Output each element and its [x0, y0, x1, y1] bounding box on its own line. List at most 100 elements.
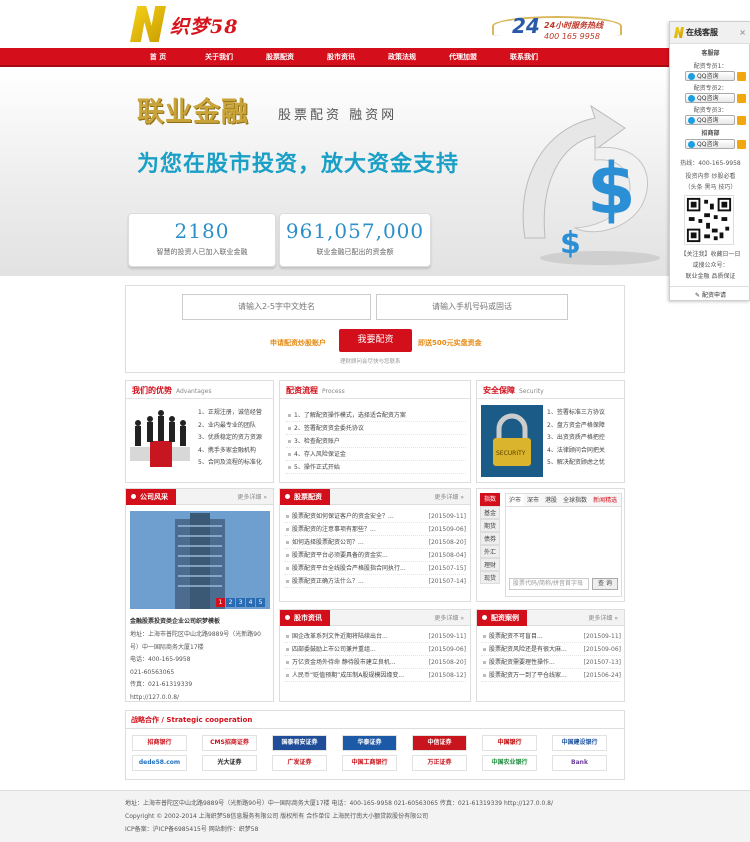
service-text-5: 联业金融 品质保证	[685, 273, 736, 280]
tab-global[interactable]: 全球指数	[560, 494, 590, 506]
list-item[interactable]: 股票配资不可盲目... [201509-11]	[481, 630, 621, 643]
stat-investors: 2180 智慧的投资人已加入联业金融	[128, 213, 276, 267]
security-list: 1、签署标准三方协议 2、盘方资金严格保障 3、出资资质严格把控 4、法律顾问合…	[547, 407, 605, 470]
hotline-banner: 24 24小时服务热线 400 165 9958	[492, 6, 632, 46]
tab-index[interactable]: 指数	[480, 493, 500, 506]
spec-3: 配资专员3：	[693, 107, 728, 114]
pager-4[interactable]: 4	[246, 598, 255, 607]
list-item[interactable]: 股票配资风险还是有很大麻... [201509-06]	[481, 643, 621, 656]
list-item[interactable]: 股票配资正确方法什么？... [201507-14]	[284, 575, 466, 588]
qq-button-4[interactable]: QQ咨询	[685, 139, 746, 149]
pager-5[interactable]: 5	[256, 598, 265, 607]
partner-logo[interactable]: 中国农业银行	[482, 755, 537, 771]
company-more-link[interactable]: 更多详细 »	[237, 492, 267, 501]
tab-hk[interactable]: 港股	[542, 494, 560, 506]
qq-button-3[interactable]: QQ咨询	[685, 115, 746, 125]
tab-fund[interactable]: 基金	[480, 506, 500, 519]
partner-logo[interactable]: 招商银行	[132, 735, 187, 751]
site-logo[interactable]: 织梦58	[130, 6, 290, 42]
list-item[interactable]: 股票配资的注意事项有那些？... [201509-06]	[284, 523, 466, 536]
partner-logo[interactable]: dede58.com	[132, 755, 187, 771]
service-header: 在线客服 ×	[670, 22, 750, 44]
cases-more-link[interactable]: 更多详细 »	[588, 613, 618, 622]
list-item: 4、法律顾问合同把关	[547, 446, 605, 454]
stock-search-input[interactable]: 股票代码/简称/拼音首字母	[509, 578, 589, 590]
pager-1[interactable]: 1	[216, 598, 225, 607]
dept-service: 客服部	[701, 50, 720, 57]
hotline-label: 24小时服务热线	[544, 21, 604, 30]
phone-input[interactable]: 请输入手机号码或固话	[376, 294, 568, 320]
partner-logo[interactable]: 中信证券	[412, 735, 467, 751]
close-icon[interactable]: ×	[739, 22, 746, 44]
list-item[interactable]: 股票配资平台必须要具备的资金实... [201508-04]	[284, 549, 466, 562]
pager-2[interactable]: 2	[226, 598, 235, 607]
online-service-panel: 在线客服 × 客服部 配资专员1： QQ咨询 配资专员2： QQ咨询 配资专员3：…	[669, 21, 750, 301]
partner-logo[interactable]: 中国建设银行	[552, 735, 607, 751]
nav-agent[interactable]: 代理加盟	[433, 48, 493, 67]
list-item: 4、携手多家金融机构	[198, 446, 256, 454]
tab-sz[interactable]: 深市	[524, 494, 542, 506]
footer-icp: ICP备案：沪ICP备6985415号 网站制作：织梦58	[125, 826, 259, 833]
tab-bond[interactable]: 债券	[480, 532, 500, 545]
news-title: 股市资讯	[280, 610, 330, 626]
list-item[interactable]: 股票配资平台全线股合严格股指合同执行... [201507-15]	[284, 562, 466, 575]
list-item: 1、签署标准三方协议	[547, 409, 605, 416]
name-input[interactable]: 请输入2-5字中文姓名	[182, 294, 371, 320]
list-item: 1、了解配资操作模式，选择适合配资方案	[286, 409, 466, 422]
spec-2: 配资专员2：	[693, 85, 728, 92]
tab-finance[interactable]: 理财	[480, 558, 500, 571]
partner-logo[interactable]: 万正证券	[412, 755, 467, 771]
list-item[interactable]: 四部委鼓励上市公司兼并重组... [201509-06]	[284, 643, 466, 656]
service-text-1: 投资内参 炒股必看	[685, 173, 736, 180]
list-item[interactable]: 股票配资万一到了平仓线家... [201506-24]	[481, 669, 621, 682]
list-item[interactable]: 人民币“贬值预期”成压制A股规模因缘变... [201508-12]	[284, 669, 466, 682]
process-list: 1、了解配资操作模式，选择适合配资方案 2、签署配资资金委托协议 3、检查配资账…	[286, 409, 466, 474]
security-title: 安全保障 Security	[483, 386, 544, 395]
list-item[interactable]: 如何选择股票配资公司？... [201508-20]	[284, 536, 466, 549]
partner-logo[interactable]: 中国银行	[482, 735, 537, 751]
qq-button-1[interactable]: QQ咨询	[685, 71, 746, 81]
partner-logo[interactable]: 光大证券	[202, 755, 257, 771]
partner-logo[interactable]: Bank	[552, 755, 607, 771]
apply-button[interactable]: 我要配资	[339, 329, 412, 352]
tab-forex[interactable]: 外汇	[480, 545, 500, 558]
pager-3[interactable]: 3	[236, 598, 245, 607]
nav-contact[interactable]: 联系我们	[494, 48, 554, 67]
stock-finance-more-link[interactable]: 更多详细 »	[434, 492, 464, 501]
list-item: 5、解决配资顾虑之忧	[547, 459, 605, 466]
nav-about[interactable]: 关于我们	[189, 48, 249, 67]
tab-spot[interactable]: 现货	[480, 571, 500, 584]
qr-code	[684, 195, 734, 245]
list-item: 1、正规注册，诚信经营	[198, 409, 262, 416]
stock-search-button[interactable]: 查 询	[592, 578, 618, 590]
stat-investors-number: 2180	[174, 219, 230, 243]
partner-logo[interactable]: 广发证券	[272, 755, 327, 771]
tab-futures[interactable]: 期货	[480, 519, 500, 532]
partner-logo[interactable]: CMS招商证券	[202, 735, 257, 751]
list-item[interactable]: 万亿资金场外待命 静待股市建立良机... [201508-20]	[284, 656, 466, 669]
tab-sh[interactable]: 沪市	[506, 494, 525, 506]
partner-logo[interactable]: 国泰君安证券	[272, 735, 327, 751]
company-box: 公司风采 更多详细 » 1 2 3 4 5 金融股票投资类企业公司织梦模板 地址：…	[125, 488, 274, 702]
stat-funds-number: 961,057,000	[285, 219, 425, 243]
nav-home[interactable]: 首 页	[128, 48, 188, 67]
news-more-link[interactable]: 更多详细 »	[434, 613, 464, 622]
apply-link[interactable]: ✎ 配资申请	[670, 286, 750, 299]
list-item[interactable]: 股票配资如何保证客户的资金安全？... [201509-11]	[284, 510, 466, 523]
nav-stock-finance[interactable]: 股票配资	[250, 48, 310, 67]
main-nav: 首 页 关于我们 股票配资 股市资讯 政策法规 代理加盟 联系我们	[0, 48, 750, 67]
nav-news[interactable]: 股市资讯	[311, 48, 371, 67]
partner-logo[interactable]: 华泰证券	[342, 735, 397, 751]
logo-mark-icon	[130, 6, 166, 42]
market-panel: 沪市 深市 港股 全球指数 新闻精选 股票代码/简称/拼音首字母 查 询	[505, 493, 622, 597]
dollar-arrow-graphic: $ $	[522, 104, 660, 265]
list-item[interactable]: 股票配资需要理性操作... [201507-13]	[481, 656, 621, 669]
process-title: 配资流程 Process	[286, 386, 345, 395]
stat-investors-label: 智慧的投资人已加入联业金融	[156, 248, 248, 256]
tab-news-select[interactable]: 新闻精选	[590, 494, 620, 506]
partner-logo[interactable]: 中国工商银行	[342, 755, 397, 771]
nav-policy[interactable]: 政策法规	[372, 48, 432, 67]
qq-button-2[interactable]: QQ咨询	[685, 93, 746, 103]
list-item[interactable]: 国企改革系列文件近期将陆续出台... [201509-11]	[284, 630, 466, 643]
process-box: 配资流程 Process 1、了解配资操作模式，选择适合配资方案 2、签署配资资金…	[279, 380, 471, 483]
